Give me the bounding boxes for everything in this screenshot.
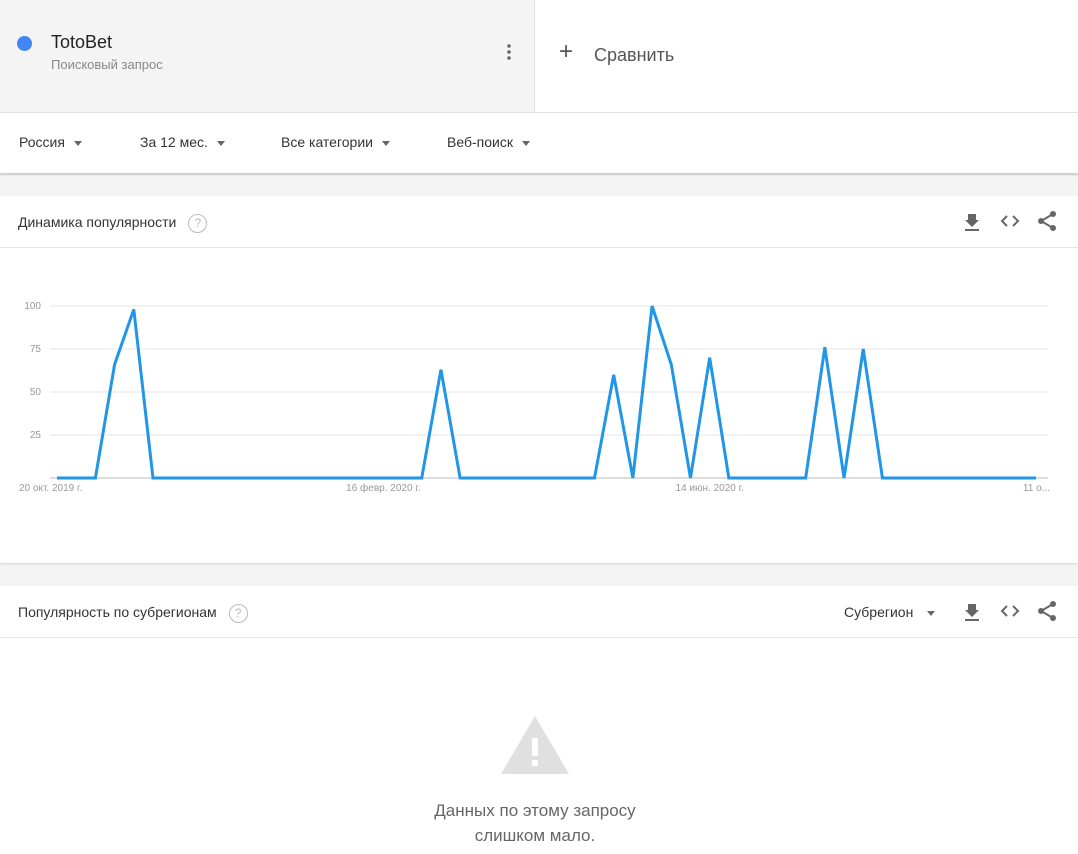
x-tick-label: 14 июн. 2020 г. [676,483,744,494]
card-title: Популярность по субрегионам [18,604,217,621]
card-header: Динамика популярности? [0,196,1078,248]
filter-category[interactable]: Все категории [281,134,390,150]
help-icon[interactable]: ? [188,214,208,233]
embed-icon[interactable] [999,600,1021,622]
card-header: Популярность по субрегионам? Субрегион [0,586,1078,638]
filter-region[interactable]: Россия [19,134,82,150]
y-tick-label: 100 [24,301,41,312]
caret-down-icon [73,140,82,146]
x-tick-label: 20 окт. 2019 г. [19,483,82,494]
filter-search-type[interactable]: Веб-поиск [447,134,530,150]
interest-over-time-card: Динамика популярности? 100 75 50 25 20 окт. … [0,196,1078,563]
y-tick-label: 75 [30,344,42,355]
filter-label: Россия [19,134,65,150]
more-vert-icon[interactable] [500,42,518,64]
x-tick-label: 16 февр. 2020 г. [346,482,420,494]
interest-line-chart: 100 75 50 25 20 окт. 2019 г. 16 февр. 2020 г.… [19,301,1050,494]
caret-down-icon [521,140,530,146]
subregion-select[interactable]: Субрегион [844,604,936,620]
x-tick-label: 11 о... [1023,483,1050,494]
plus-icon: + [559,38,574,65]
compare-label: Сравнить [594,45,675,65]
share-icon[interactable] [1036,210,1058,232]
caret-down-icon [927,610,936,616]
empty-line-2: слишком мало. [474,826,596,845]
help-icon[interactable]: ? [228,604,248,623]
download-icon[interactable] [961,600,983,622]
caret-down-icon [216,140,225,146]
filter-period[interactable]: За 12 мес. [140,134,225,150]
empty-line-1: Данных по этому запросу [434,801,636,820]
warning-icon [500,714,570,781]
filter-label: За 12 мес. [140,134,208,150]
share-icon[interactable] [1036,600,1058,622]
card-title: Динамика популярности [18,214,177,231]
select-label: Субрегион [844,604,914,620]
y-tick-label: 50 [30,387,42,398]
term-color-dot [17,36,32,51]
y-tick-label: 25 [30,430,42,441]
compare-button[interactable]: + Сравнить [535,0,1078,112]
term-name: TotoBet [51,32,113,52]
search-term-card: TotoBet Поисковый запрос [0,0,535,112]
filter-label: Веб-поиск [447,134,513,150]
caret-down-icon [381,140,390,146]
term-type: Поисковый запрос [51,57,163,72]
download-icon[interactable] [961,210,983,232]
interest-by-subregion-card: Популярность по субрегионам? Субрегион Д… [0,586,1078,854]
empty-message: Данных по этому запросу слишком мало. [0,798,1070,848]
embed-icon[interactable] [999,210,1021,232]
filter-label: Все категории [281,134,373,150]
filter-bar: Россия За 12 мес. Все категории Веб-поис… [0,112,1078,173]
